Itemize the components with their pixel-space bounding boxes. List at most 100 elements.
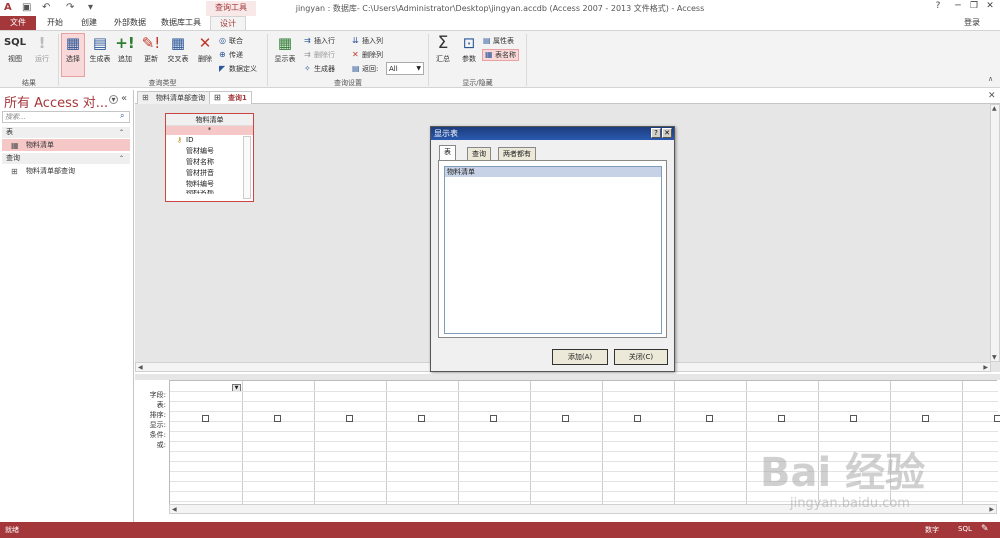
nav-section-tables[interactable]: 表 ⌃ — [2, 127, 130, 138]
scroll-down-icon[interactable]: ▼ — [992, 354, 997, 361]
minimize-button[interactable]: ─ — [950, 1, 966, 11]
show-checkbox[interactable] — [202, 415, 209, 422]
dialog-title-bar[interactable]: 显示表 — [431, 127, 674, 140]
search-icon[interactable]: ⌕ — [120, 111, 124, 121]
collapse-ribbon-icon[interactable]: ∧ — [988, 75, 993, 83]
add-button[interactable]: 添加(A) — [552, 349, 608, 365]
totals-button[interactable]: Σ 汇总 — [432, 34, 454, 64]
show-checkbox[interactable] — [778, 415, 785, 422]
design-vertical-scrollbar[interactable]: ▲ ▼ — [990, 104, 1000, 362]
show-checkbox[interactable] — [346, 415, 353, 422]
pass-through-button[interactable]: ⊕ 传递 — [219, 50, 243, 60]
dialog-tab-queries[interactable]: 查询 — [467, 147, 491, 160]
show-checkbox[interactable] — [418, 415, 425, 422]
dialog-help-button[interactable]: ? — [651, 128, 661, 138]
tab-file[interactable]: 文件 — [0, 16, 36, 30]
insert-columns-button[interactable]: ⇊ 插入列 — [352, 36, 383, 46]
show-checkbox[interactable] — [490, 415, 497, 422]
data-definition-button[interactable]: ◤ 数据定义 — [219, 64, 257, 74]
delete-rows-button[interactable]: ⇉ 删除行 — [304, 50, 335, 60]
nav-section-queries[interactable]: 查询 ⌃ — [2, 153, 130, 164]
field-item[interactable]: 管材拼音 — [166, 168, 253, 179]
delete-query-icon: ✕ — [198, 34, 212, 52]
crosstab-button[interactable]: ▦ 交叉表 — [165, 34, 191, 64]
field-list-scrollbar[interactable] — [243, 136, 251, 199]
nav-item-table[interactable]: ▦ 物料清单 — [2, 139, 130, 151]
select-label: 选择 — [66, 55, 80, 63]
scroll-right-icon[interactable]: ▶ — [989, 506, 994, 513]
field-item[interactable]: 管材名称 — [166, 157, 253, 168]
dialog-tab-tables[interactable]: 表 — [439, 145, 456, 161]
scroll-right-icon[interactable]: ▶ — [983, 364, 988, 371]
tab-design[interactable]: 设计 — [210, 16, 246, 30]
builder-button[interactable]: ✧ 生成器 — [304, 64, 335, 74]
scroll-left-icon[interactable]: ◀ — [138, 364, 143, 371]
show-table-button[interactable]: ▦ 显示表 — [271, 34, 299, 64]
totals-label: 汇总 — [436, 55, 450, 63]
make-table-button[interactable]: ▤ 生成表 — [87, 34, 113, 64]
doc-tab-saved-query[interactable]: ⊞ 物料清单部查询 — [137, 91, 210, 104]
nav-pane-header[interactable]: 所有 Access 对... — [4, 92, 108, 111]
close-button[interactable]: ✕ — [982, 1, 998, 11]
doc-tab-query1[interactable]: ⊞ 查询1 — [209, 91, 252, 104]
tab-home[interactable]: 开始 — [40, 16, 70, 30]
nav-item-query[interactable]: ⊞ 物料清单部查询 — [2, 165, 130, 177]
select-query-button[interactable]: ▦ 选择 — [61, 33, 85, 77]
login-link[interactable]: 登录 — [964, 17, 980, 28]
show-checkbox[interactable] — [274, 415, 281, 422]
append-label: 追加 — [118, 55, 132, 63]
tab-create[interactable]: 创建 — [72, 16, 106, 30]
nav-search-input[interactable]: 搜索... — [2, 111, 130, 123]
delete-columns-button[interactable]: ✕ 删除列 — [352, 50, 383, 60]
design-view-icon[interactable]: ✎ — [981, 524, 989, 534]
dialog-tab-both[interactable]: 两者都有 — [498, 147, 536, 160]
insert-rows-icon: ⇉ — [304, 36, 311, 45]
tab-external-data[interactable]: 外部数据 — [108, 16, 152, 30]
insert-rows-button[interactable]: ⇉ 插入行 — [304, 36, 335, 46]
run-button[interactable]: ! 运行 — [30, 34, 54, 64]
field-item[interactable]: ⚷ ID — [166, 135, 253, 146]
field-all[interactable]: * — [166, 126, 253, 135]
field-list-title[interactable]: 物料清单 — [166, 114, 253, 126]
nav-collapse-icon[interactable]: « — [121, 93, 127, 104]
tab-database-tools[interactable]: 数据库工具 — [154, 16, 208, 30]
return-icon: ▤ — [352, 64, 360, 73]
append-button[interactable]: +! 追加 — [114, 34, 136, 64]
restore-button[interactable]: ❐ — [966, 1, 982, 11]
table-list-item[interactable]: 物料清单 — [445, 167, 661, 177]
show-checkbox[interactable] — [994, 415, 1000, 422]
delete-query-button[interactable]: ✕ 删除 — [194, 34, 216, 64]
scroll-left-icon[interactable]: ◀ — [172, 506, 177, 513]
status-num-lock: 数字 — [925, 526, 939, 534]
update-button[interactable]: ✎! 更新 — [140, 34, 162, 64]
show-checkbox[interactable] — [706, 415, 713, 422]
close-document-icon[interactable]: ✕ — [988, 91, 996, 101]
help-button[interactable]: ? — [930, 1, 946, 11]
field-item[interactable]: 管材编号 — [166, 146, 253, 157]
crosstab-icon: ▦ — [170, 34, 186, 52]
union-button[interactable]: ◎ 联合 — [219, 36, 243, 46]
title-bar: A ▣ ↶ ↷ ▾ 查询工具 jingyan : 数据库- C:\Users\A… — [0, 0, 1000, 16]
parameters-button[interactable]: ⊡ 参数 — [457, 34, 481, 64]
nav-item-query-label: 物料清单部查询 — [26, 167, 75, 175]
nav-menu-dropdown-icon[interactable]: ▾ — [109, 95, 118, 104]
delete-rows-icon: ⇉ — [304, 50, 311, 59]
scroll-up-icon[interactable]: ▲ — [992, 105, 997, 112]
field-item[interactable]: 物料名称 — [166, 190, 253, 194]
show-checkbox[interactable] — [634, 415, 641, 422]
close-dialog-button[interactable]: 关闭(C) — [614, 349, 668, 365]
grid-row-divider — [170, 411, 998, 412]
dialog-close-button[interactable]: ✕ — [662, 128, 672, 138]
view-button[interactable]: SQL 视图 — [2, 34, 28, 64]
return-dropdown[interactable]: All ▼ — [386, 62, 424, 75]
table-names-button[interactable]: ▦ 表名称 — [482, 49, 519, 61]
table-field-list[interactable]: 物料清单 * ⚷ ID 管材编号 管材名称 管材拼音 物料编号 物料名称 — [165, 113, 254, 202]
show-checkbox[interactable] — [562, 415, 569, 422]
property-sheet-button[interactable]: ▤ 属性表 — [483, 36, 514, 46]
sql-view-button[interactable]: SQL — [958, 525, 972, 533]
field-item[interactable]: 物料编号 — [166, 179, 253, 190]
table-list[interactable]: 物料清单 — [444, 166, 662, 334]
show-checkbox[interactable] — [922, 415, 929, 422]
doc-tab-query1-label: 查询1 — [228, 94, 247, 102]
show-checkbox[interactable] — [850, 415, 857, 422]
